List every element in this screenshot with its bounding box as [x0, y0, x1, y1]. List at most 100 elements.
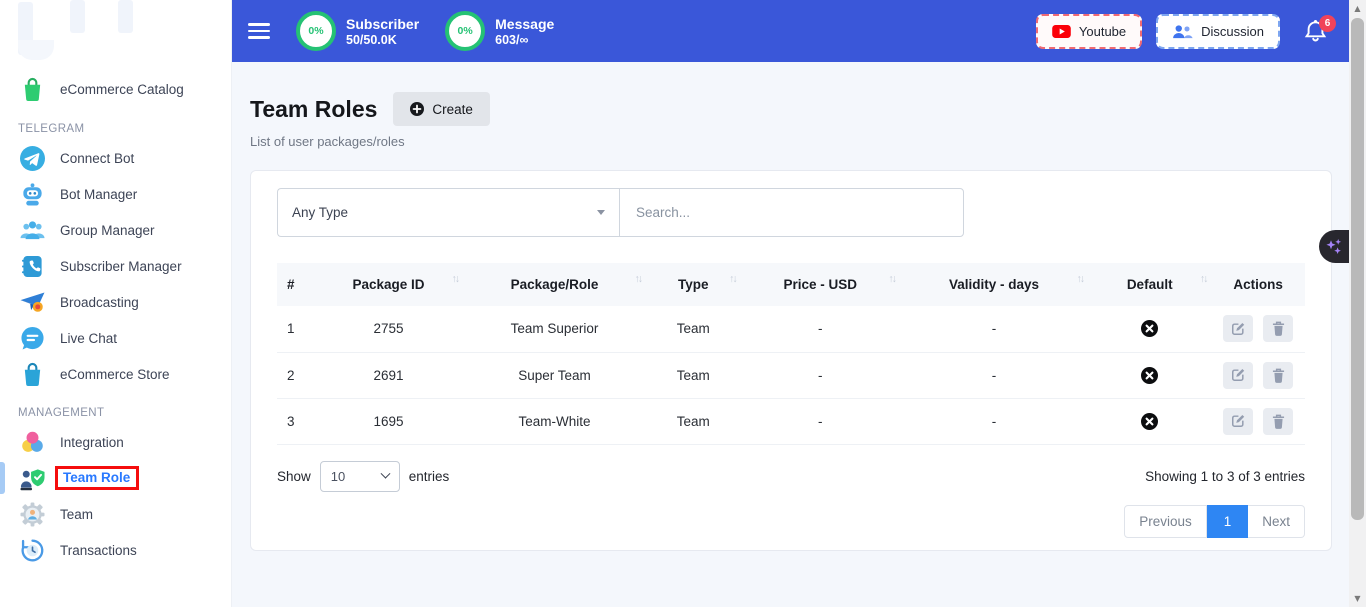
sidebar-item-transactions[interactable]: Transactions — [0, 532, 231, 568]
message-stat-label: Message — [495, 15, 554, 33]
sidebar-item-label: Broadcasting — [60, 295, 139, 310]
row-package-id: 1695 — [314, 398, 463, 444]
subscriber-stat-label: Subscriber — [346, 15, 419, 33]
row-package-role: Team Superior — [463, 306, 646, 352]
column-header-type[interactable]: Type↑↓ — [646, 263, 741, 306]
sort-icon[interactable]: ↑↓ — [1200, 273, 1207, 285]
ai-assistant-fab[interactable] — [1319, 230, 1349, 263]
scrollbar-thumb[interactable] — [1351, 18, 1364, 520]
sidebar-item-label: Bot Manager — [60, 187, 137, 202]
type-filter-select[interactable]: Any Type — [277, 188, 619, 237]
telegram-plane-icon — [18, 146, 46, 171]
sidebar-item-subscriber-manager[interactable]: Subscriber Manager — [0, 248, 231, 284]
times-circle-icon — [1141, 367, 1158, 384]
edit-button[interactable] — [1223, 362, 1253, 389]
discussion-button[interactable]: Discussion — [1156, 14, 1280, 49]
sort-icon[interactable]: ↑↓ — [1077, 273, 1084, 285]
topbar: 0% Subscriber 50/50.0K 0% Message 603/∞ … — [232, 0, 1349, 62]
column-header-price[interactable]: Price - USD↑↓ — [741, 263, 900, 306]
row-type: Team — [646, 398, 741, 444]
column-header-package-role[interactable]: Package/Role↑↓ — [463, 263, 646, 306]
vertical-scrollbar[interactable]: ▲ ▼ — [1349, 0, 1366, 607]
pagination-page-1-button[interactable]: 1 — [1207, 505, 1249, 538]
pagination-previous-button[interactable]: Previous — [1124, 505, 1207, 538]
sidebar-section-management: MANAGEMENT — [0, 407, 231, 419]
sort-icon[interactable]: ↑↓ — [452, 273, 459, 285]
sidebar-item-label: Live Chat — [60, 331, 117, 346]
sidebar-item-ecommerce-store[interactable]: eCommerce Store — [0, 356, 231, 392]
search-input[interactable] — [619, 188, 964, 237]
logo-skeleton-bar — [18, 40, 54, 60]
message-stat: 0% Message 603/∞ — [445, 11, 554, 51]
sidebar-item-group-manager[interactable]: Group Manager — [0, 212, 231, 248]
hamburger-menu-icon[interactable] — [248, 19, 270, 43]
sidebar-item-integration[interactable]: Integration — [0, 424, 231, 460]
history-clock-icon — [18, 538, 46, 563]
column-header-validity[interactable]: Validity - days↑↓ — [900, 263, 1088, 306]
row-num: 2 — [277, 352, 314, 398]
logo-skeleton-bar — [118, 0, 133, 33]
entries-label: entries — [409, 469, 450, 484]
youtube-icon — [1052, 25, 1071, 38]
person-shield-icon — [18, 466, 46, 491]
table-row: 3 1695 Team-White Team - - — [277, 398, 1305, 444]
delete-button[interactable] — [1263, 408, 1293, 435]
sort-icon[interactable]: ↑↓ — [729, 273, 736, 285]
row-package-id: 2755 — [314, 306, 463, 352]
column-header-actions: Actions — [1211, 263, 1305, 306]
column-header-default[interactable]: Default↑↓ — [1088, 263, 1211, 306]
create-button-label: Create — [432, 102, 473, 117]
sidebar-item-label: Integration — [60, 435, 124, 450]
row-validity: - — [900, 306, 1088, 352]
delete-button[interactable] — [1263, 315, 1293, 342]
sidebar-item-label: Connect Bot — [60, 151, 134, 166]
robot-icon — [18, 182, 46, 207]
sidebar-item-ecommerce-catalog[interactable]: eCommerce Catalog — [0, 70, 231, 108]
create-button[interactable]: Create — [393, 92, 490, 126]
contact-book-icon — [18, 255, 46, 278]
sidebar-item-team-role[interactable]: Team Role — [0, 460, 231, 496]
row-package-role: Super Team — [463, 352, 646, 398]
sidebar-item-label: Subscriber Manager — [60, 259, 182, 274]
users-group-icon — [18, 219, 46, 242]
sidebar-item-live-chat[interactable]: Live Chat — [0, 320, 231, 356]
sidebar-item-team[interactable]: Team — [0, 496, 231, 532]
sidebar-item-label: eCommerce Catalog — [60, 82, 184, 97]
row-validity: - — [900, 352, 1088, 398]
sidebar-item-broadcasting[interactable]: Broadcasting — [0, 284, 231, 320]
times-circle-icon — [1141, 320, 1158, 337]
youtube-button[interactable]: Youtube — [1036, 14, 1142, 49]
page-title: Team Roles — [250, 96, 377, 123]
row-num: 1 — [277, 306, 314, 352]
pagination-next-button[interactable]: Next — [1248, 505, 1305, 538]
row-num: 3 — [277, 398, 314, 444]
subscriber-stat: 0% Subscriber 50/50.0K — [296, 11, 419, 51]
column-header-package-id[interactable]: Package ID↑↓ — [314, 263, 463, 306]
times-circle-icon — [1141, 413, 1158, 430]
page-size-select[interactable]: 10 — [320, 461, 400, 492]
sidebar-item-connect-bot[interactable]: Connect Bot — [0, 140, 231, 176]
sidebar-section-telegram: TELEGRAM — [0, 123, 231, 135]
sidebar-item-label: eCommerce Store — [60, 367, 170, 382]
roles-table: # Package ID↑↓ Package/Role↑↓ Type↑↓ Pri… — [277, 263, 1305, 445]
edit-button[interactable] — [1223, 408, 1253, 435]
row-price: - — [741, 306, 900, 352]
showing-entries-text: Showing 1 to 3 of 3 entries — [1145, 469, 1305, 484]
row-package-id: 2691 — [314, 352, 463, 398]
table-row: 1 2755 Team Superior Team - - — [277, 306, 1305, 352]
scrollbar-up-arrow-icon[interactable]: ▲ — [1349, 4, 1366, 13]
sort-icon[interactable]: ↑↓ — [888, 273, 895, 285]
show-label: Show — [277, 469, 311, 484]
sidebar-item-bot-manager[interactable]: Bot Manager — [0, 176, 231, 212]
row-price: - — [741, 398, 900, 444]
message-stat-value: 603/∞ — [495, 33, 554, 48]
notification-bell[interactable]: 6 — [1304, 19, 1327, 44]
row-type: Team — [646, 306, 741, 352]
edit-button[interactable] — [1223, 315, 1253, 342]
sort-icon[interactable]: ↑↓ — [635, 273, 642, 285]
scrollbar-down-arrow-icon[interactable]: ▼ — [1349, 594, 1366, 603]
main-content: Team Roles Create List of user packages/… — [232, 62, 1349, 607]
chevron-down-icon — [380, 468, 390, 478]
plus-circle-icon — [410, 102, 424, 116]
delete-button[interactable] — [1263, 362, 1293, 389]
